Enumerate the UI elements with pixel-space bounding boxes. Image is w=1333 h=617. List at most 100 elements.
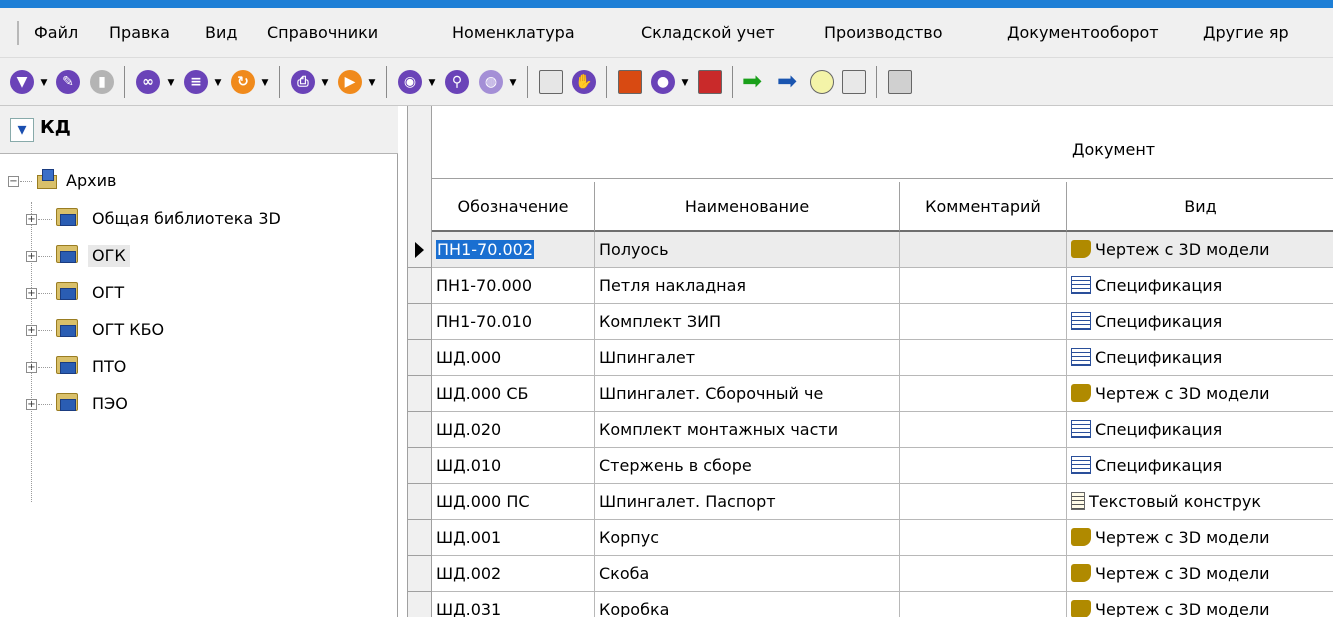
tree-node-ogt-kbo[interactable]: + ОГТ КБО [0,315,398,341]
cell-name[interactable]: Полуось [595,232,900,268]
list-dropdown-icon[interactable]: ▼ [213,78,223,104]
menu-file[interactable]: Файл [34,22,78,44]
cell-kind[interactable]: Чертеж с 3D модели [1067,556,1333,592]
menu-references[interactable]: Справочники [267,22,378,44]
collapse-icon[interactable]: − [8,176,19,187]
play-dropdown-icon[interactable]: ▼ [367,78,377,104]
cell-name[interactable]: Комплект монтажных части [595,412,900,448]
expand-icon[interactable]: + [26,214,37,225]
table-row[interactable]: ПН1-70.000 Петля накладная Спецификация [408,268,1333,304]
cell-designation[interactable]: ШД.000 ПС [432,484,595,520]
cell-comment[interactable] [900,340,1067,376]
play-icon[interactable]: ▶ [338,70,362,94]
cell-comment[interactable] [900,268,1067,304]
row-indicator[interactable] [408,484,432,520]
table-row[interactable]: ШД.031 Коробка Чертеж с 3D модели [408,592,1333,617]
tree-node-archive[interactable]: − Архив [0,168,398,194]
menu-other[interactable]: Другие яр [1203,22,1289,44]
tree-node-ogk[interactable]: + ОГК [0,241,398,267]
cell-kind[interactable]: Текстовый конструк [1067,484,1333,520]
cell-name[interactable]: Коробка [595,592,900,617]
expand-icon[interactable]: + [26,251,37,262]
column-header-kind[interactable]: Вид [1067,182,1333,232]
arrow-right-green-icon[interactable]: ➡ [742,68,762,94]
copy-doc-icon[interactable] [539,70,563,94]
link-dropdown-icon[interactable]: ▼ [166,78,176,104]
cell-designation[interactable]: ШД.000 [432,340,595,376]
cell-comment[interactable] [900,376,1067,412]
cell-kind[interactable]: Спецификация [1067,268,1333,304]
table-row[interactable]: ШД.020 Комплект монтажных части Спецификац… [408,412,1333,448]
cell-designation[interactable]: ПН1-70.000 [432,268,595,304]
cell-designation[interactable]: ПН1-70.002 [432,232,595,268]
cell-comment[interactable] [900,412,1067,448]
cell-kind[interactable]: Спецификация [1067,412,1333,448]
column-header-designation[interactable]: Обозначение [432,182,595,232]
cell-designation[interactable]: ПН1-70.010 [432,304,595,340]
cell-designation[interactable]: ШД.020 [432,412,595,448]
row-indicator[interactable] [408,556,432,592]
search-icon[interactable]: ⚲ [445,70,469,94]
user-dropdown-icon[interactable]: ▼ [680,78,690,104]
download-icon[interactable]: ▼ [10,70,34,94]
table-row[interactable]: ШД.000 Шпингалет Спецификация [408,340,1333,376]
link-icon[interactable]: ∞ [136,70,160,94]
cell-name[interactable]: Стержень в сборе [595,448,900,484]
print-dropdown-icon[interactable]: ▼ [320,78,330,104]
tree-node-peo[interactable]: + ПЭО [0,389,398,415]
table-row[interactable]: ШД.000 ПС Шпингалет. Паспорт Текстовый кон… [408,484,1333,520]
expand-icon[interactable]: + [26,288,37,299]
cell-designation[interactable]: ШД.010 [432,448,595,484]
row-indicator[interactable] [408,232,432,268]
refresh-dropdown-icon[interactable]: ▼ [260,78,270,104]
cell-name[interactable]: Шпингалет. Сборочный че [595,376,900,412]
table-row[interactable]: ШД.001 Корпус Чертеж с 3D модели [408,520,1333,556]
delete-icon[interactable]: ▮ [90,70,114,94]
tree-node-library-3d[interactable]: + Общая библиотека 3D [0,204,398,230]
globe-dropdown-icon[interactable]: ▼ [508,78,518,104]
cell-designation[interactable]: ШД.001 [432,520,595,556]
cell-name[interactable]: Шпингалет [595,340,900,376]
cell-designation[interactable]: ШД.000 СБ [432,376,595,412]
cell-comment[interactable] [900,304,1067,340]
calendar-icon[interactable] [618,70,642,94]
row-indicator[interactable] [408,448,432,484]
menu-warehouse[interactable]: Складской учет [641,22,775,44]
cell-designation[interactable]: ШД.002 [432,556,595,592]
cell-kind[interactable]: Спецификация [1067,304,1333,340]
preview-icon[interactable]: ◉ [398,70,422,94]
cell-comment[interactable] [900,484,1067,520]
document-exchange-icon[interactable] [842,70,866,94]
row-indicator[interactable] [408,304,432,340]
tree-node-pto[interactable]: + ПТО [0,352,398,378]
row-indicator[interactable] [408,520,432,556]
cell-kind[interactable]: Чертеж с 3D модели [1067,520,1333,556]
cell-name[interactable]: Петля накладная [595,268,900,304]
row-indicator[interactable] [408,592,432,617]
table-row[interactable]: ШД.002 Скоба Чертеж с 3D модели [408,556,1333,592]
menu-view[interactable]: Вид [205,22,237,44]
folder-icon[interactable] [888,70,912,94]
table-row[interactable]: ПН1-70.002 Полуось Чертеж с 3D модели [408,232,1333,268]
refresh-icon[interactable]: ↻ [231,70,255,94]
row-indicator[interactable] [408,412,432,448]
favorite-filter-icon[interactable]: ▾ [10,118,34,142]
hand-icon[interactable]: ✋ [572,70,596,94]
column-header-comment[interactable]: Комментарий [900,182,1067,232]
expand-icon[interactable]: + [26,399,37,410]
list-icon[interactable]: ≡ [184,70,208,94]
menu-production[interactable]: Производство [824,22,943,44]
edit-icon[interactable]: ✎ [56,70,80,94]
row-indicator[interactable] [408,268,432,304]
table-row[interactable]: ПН1-70.010 Комплект ЗИП Спецификация [408,304,1333,340]
cell-name[interactable]: Шпингалет. Паспорт [595,484,900,520]
cell-comment[interactable] [900,556,1067,592]
column-header-name[interactable]: Наименование [595,182,900,232]
menu-nomenclature[interactable]: Номенклатура [452,22,575,44]
expand-icon[interactable]: + [26,325,37,336]
approve-icon[interactable] [698,70,722,94]
row-indicator[interactable] [408,376,432,412]
cell-name[interactable]: Комплект ЗИП [595,304,900,340]
menu-edit[interactable]: Правка [109,22,170,44]
cell-designation[interactable]: ШД.031 [432,592,595,617]
